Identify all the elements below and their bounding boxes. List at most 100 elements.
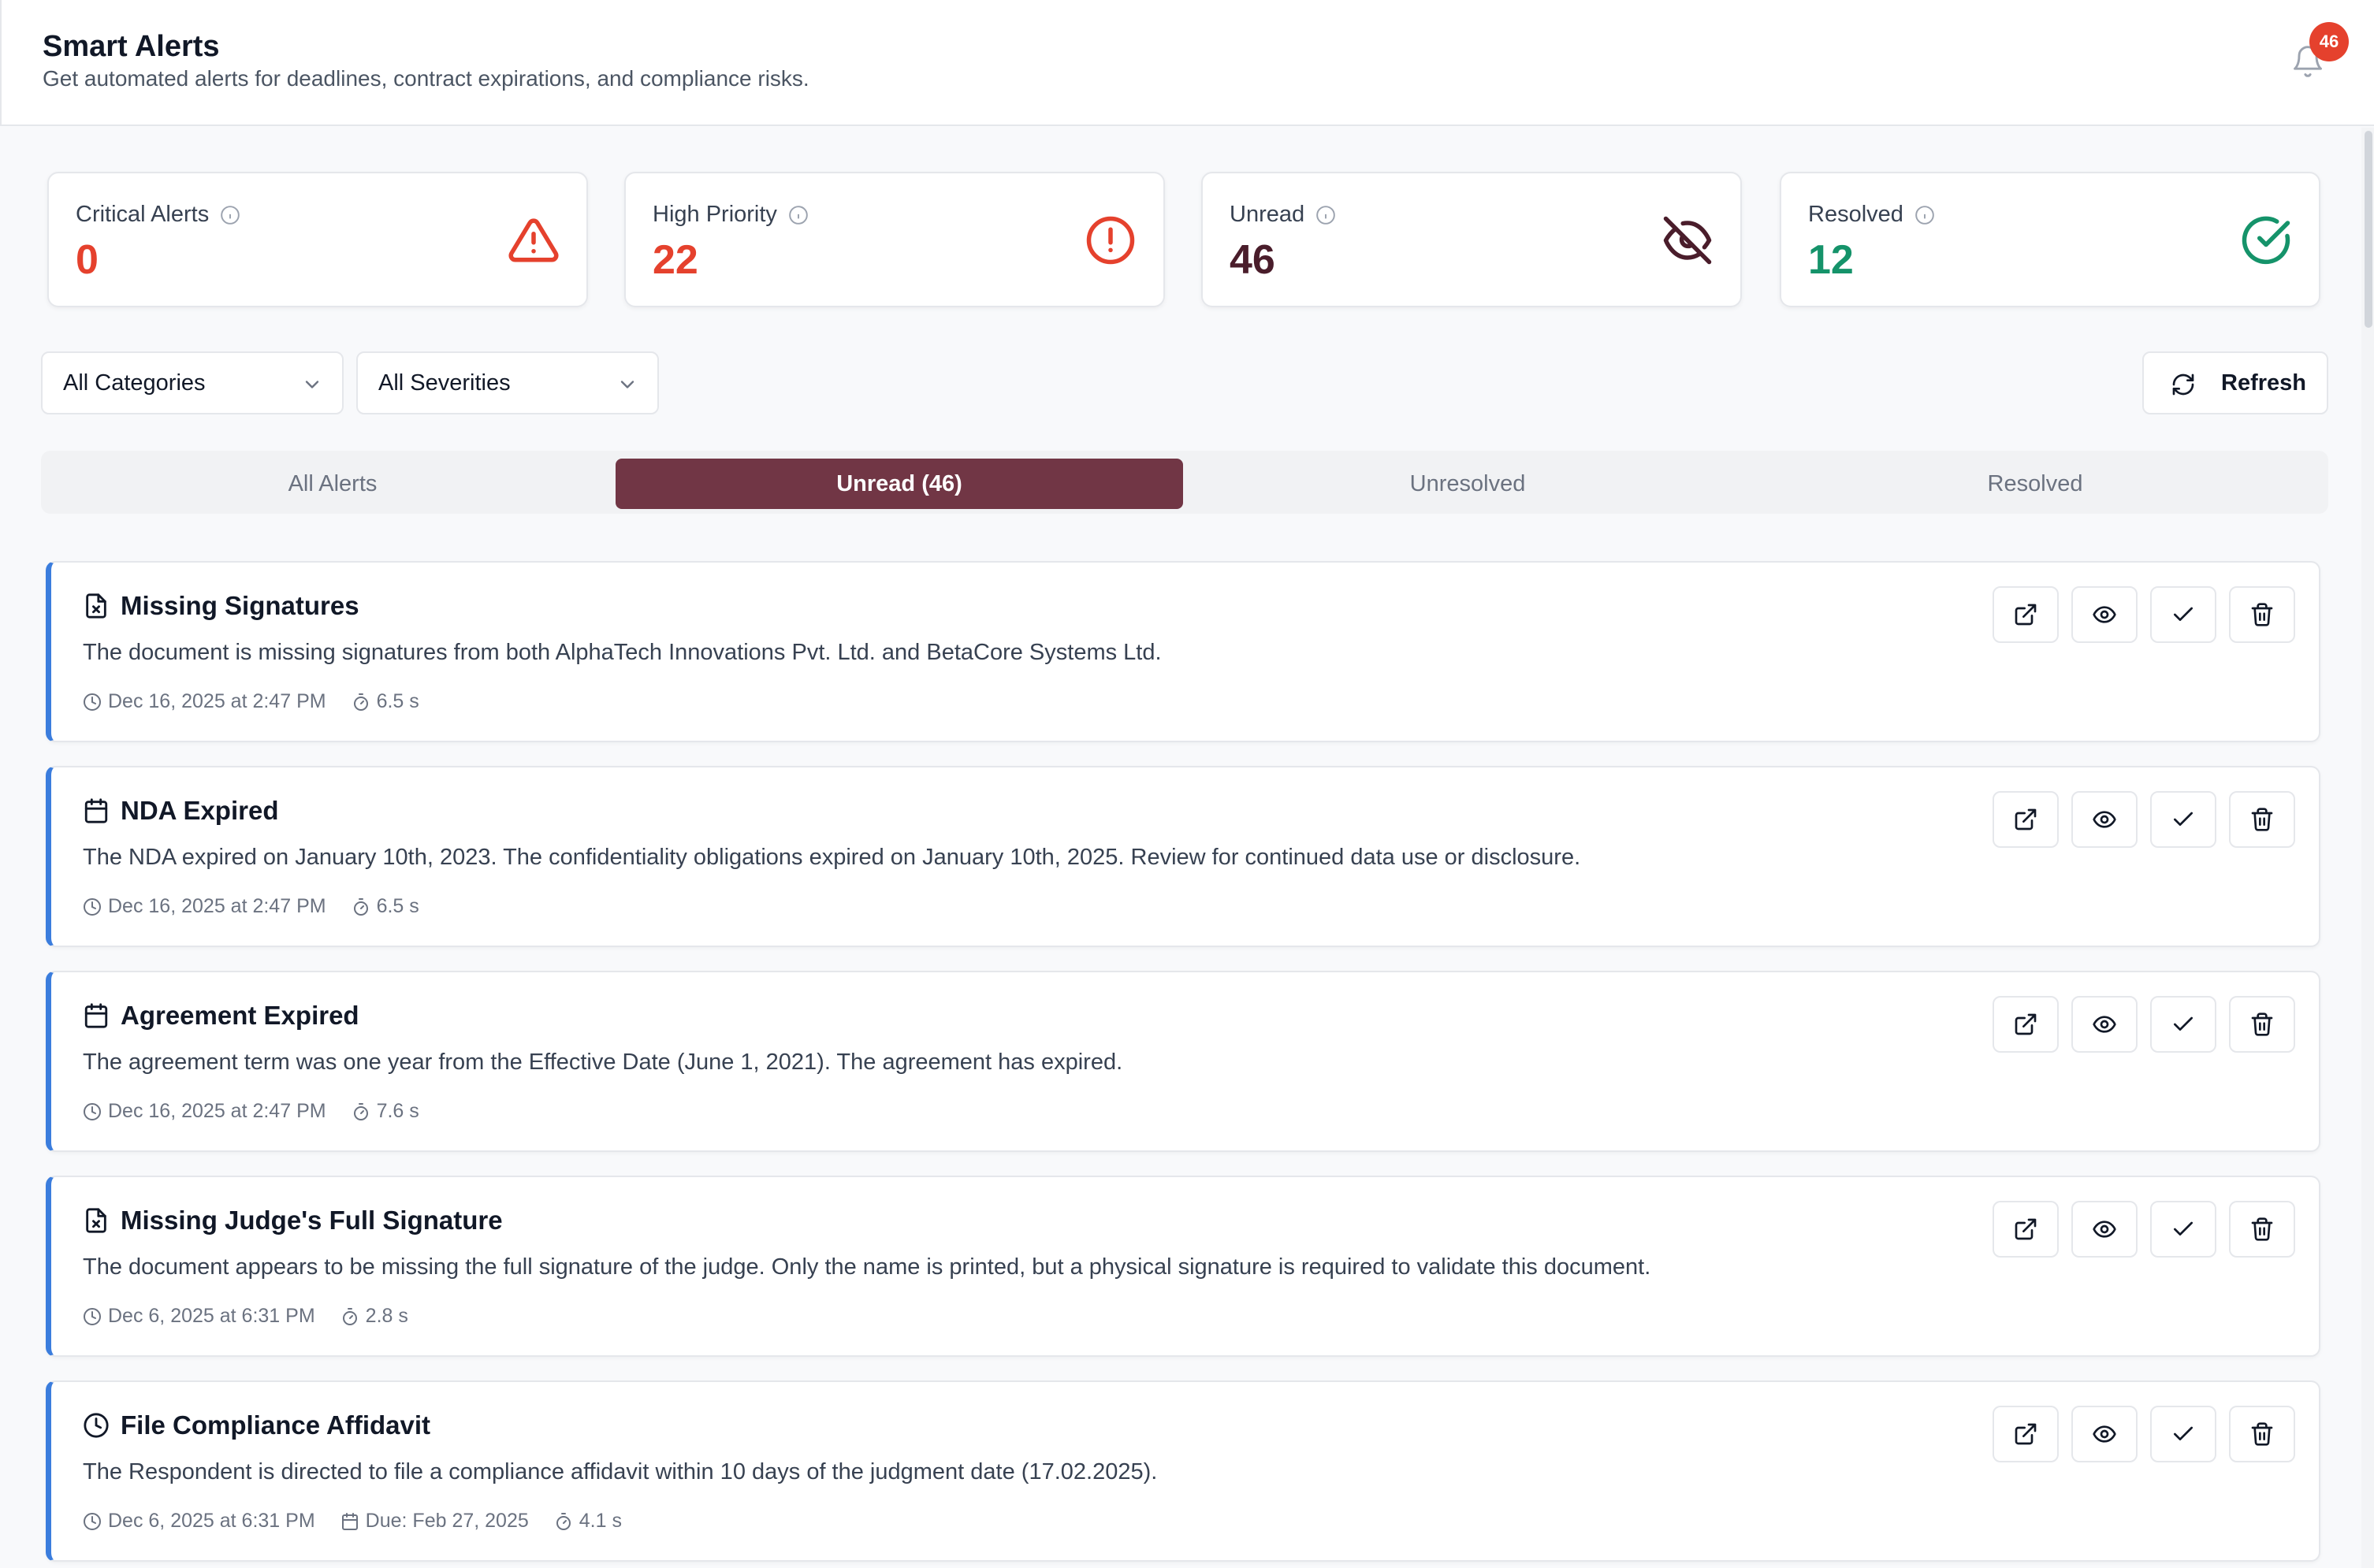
open-document-button[interactable]	[1993, 1201, 2059, 1258]
alert-duration: 4.1 s	[554, 1510, 622, 1533]
delete-button[interactable]	[2229, 996, 2295, 1053]
scrollbar-track[interactable]	[2361, 128, 2374, 1568]
mark-read-button[interactable]	[2071, 1201, 2138, 1258]
resolve-button[interactable]	[2150, 1406, 2216, 1462]
file-x-icon	[83, 1207, 110, 1234]
delete-button[interactable]	[2229, 1201, 2295, 1258]
notification-badge: 46	[2309, 22, 2349, 61]
trash-icon	[2251, 1013, 2273, 1036]
stat-value: 0	[76, 237, 99, 283]
alert-date: Dec 6, 2025 at 6:31 PM	[83, 1305, 315, 1328]
alert-date-text: Dec 6, 2025 at 6:31 PM	[108, 1305, 315, 1327]
alert-actions	[1980, 586, 2295, 643]
info-icon[interactable]	[220, 205, 240, 225]
alert-meta: Dec 16, 2025 at 2:47 PM 6.5 s	[83, 690, 445, 713]
stat-card-unread: Unread 46	[1201, 172, 1742, 307]
alert-date: Dec 6, 2025 at 6:31 PM	[83, 1510, 315, 1533]
warning-triangle-icon	[508, 218, 559, 262]
trash-icon	[2251, 1217, 2273, 1241]
check-icon	[2174, 1221, 2193, 1235]
category-select[interactable]: All Categories	[41, 351, 344, 414]
mark-read-button[interactable]	[2071, 586, 2138, 643]
alert-due: Due: Feb 27, 2025	[340, 1510, 529, 1533]
refresh-button[interactable]: Refresh	[2142, 351, 2328, 414]
alert-due-text: Due: Feb 27, 2025	[365, 1510, 529, 1532]
external-link-icon	[2015, 808, 2037, 830]
tab-resolved[interactable]: Resolved	[1751, 459, 2319, 509]
info-icon[interactable]	[1914, 205, 1935, 225]
check-icon	[2174, 812, 2193, 826]
alert-date-text: Dec 6, 2025 at 6:31 PM	[108, 1510, 315, 1532]
delete-button[interactable]	[2229, 791, 2295, 848]
stat-label: High Priority	[653, 202, 777, 227]
stat-value: 46	[1230, 237, 1275, 283]
alert-description: The Respondent is directed to file a com…	[83, 1459, 1158, 1484]
check-icon	[2174, 1426, 2193, 1440]
file-x-icon	[83, 593, 110, 619]
timer-icon	[353, 897, 368, 916]
severity-select-value: All Severities	[378, 370, 511, 396]
external-link-icon	[2015, 604, 2037, 626]
alert-circle-icon	[1086, 216, 1135, 265]
alert-title: Agreement Expired	[121, 1001, 359, 1030]
calendar-icon	[341, 1512, 358, 1530]
resolve-button[interactable]	[2150, 996, 2216, 1053]
alert-meta: Dec 16, 2025 at 2:47 PM 7.6 s	[83, 1100, 445, 1123]
stat-label: Unread	[1230, 202, 1305, 227]
alert-description: The document is missing signatures from …	[83, 640, 1162, 665]
alert-card[interactable]: NDA Expired The NDA expired on January 1…	[46, 766, 2320, 947]
alert-description: The NDA expired on January 10th, 2023. T…	[83, 845, 1581, 870]
mark-read-button[interactable]	[2071, 996, 2138, 1053]
eye-icon	[2093, 1221, 2116, 1238]
alert-duration-text: 4.1 s	[579, 1510, 622, 1532]
delete-button[interactable]	[2229, 586, 2295, 643]
alert-actions	[1980, 791, 2295, 848]
mark-read-button[interactable]	[2071, 1406, 2138, 1462]
alert-card[interactable]: Missing Signatures The document is missi…	[46, 561, 2320, 742]
eye-icon	[2093, 1425, 2116, 1443]
alert-meta: Dec 6, 2025 at 6:31 PM Due: Feb 27, 2025…	[83, 1510, 647, 1533]
resolve-button[interactable]	[2150, 1201, 2216, 1258]
resolve-button[interactable]	[2150, 791, 2216, 848]
resolve-button[interactable]	[2150, 586, 2216, 643]
refresh-icon	[2172, 373, 2194, 396]
tab-unresolved[interactable]: Unresolved	[1184, 459, 1751, 509]
open-document-button[interactable]	[1993, 996, 2059, 1053]
refresh-label: Refresh	[2221, 370, 2306, 396]
timer-icon	[342, 1307, 357, 1325]
eye-off-icon	[1663, 216, 1712, 265]
clock-icon	[84, 693, 101, 711]
alert-meta: Dec 16, 2025 at 2:47 PM 6.5 s	[83, 895, 445, 918]
alert-actions	[1980, 1201, 2295, 1258]
mark-read-button[interactable]	[2071, 791, 2138, 848]
delete-button[interactable]	[2229, 1406, 2295, 1462]
alert-duration-text: 2.8 s	[365, 1305, 408, 1327]
alert-card[interactable]: Missing Judge's Full Signature The docum…	[46, 1176, 2320, 1357]
category-select-value: All Categories	[63, 370, 206, 396]
tab-all-alerts[interactable]: All Alerts	[49, 459, 616, 509]
info-icon[interactable]	[1315, 205, 1336, 225]
stat-value: 22	[653, 237, 698, 283]
open-document-button[interactable]	[1993, 791, 2059, 848]
eye-icon	[2093, 1016, 2116, 1033]
clock-icon	[84, 897, 101, 916]
alert-description: The document appears to be missing the f…	[83, 1254, 1651, 1280]
alert-card[interactable]: Agreement Expired The agreement term was…	[46, 971, 2320, 1152]
alert-card[interactable]: File Compliance Affidavit The Respondent…	[46, 1380, 2320, 1562]
scrollbar-thumb[interactable]	[2365, 131, 2372, 328]
severity-select[interactable]: All Severities	[356, 351, 659, 414]
external-link-icon	[2015, 1218, 2037, 1240]
alert-duration-text: 6.5 s	[376, 690, 419, 712]
alert-date-text: Dec 16, 2025 at 2:47 PM	[108, 895, 326, 917]
tab-unread[interactable]: Unread (46)	[616, 459, 1183, 509]
trash-icon	[2251, 808, 2273, 831]
open-document-button[interactable]	[1993, 1406, 2059, 1462]
alert-date-text: Dec 16, 2025 at 2:47 PM	[108, 690, 326, 712]
open-document-button[interactable]	[1993, 586, 2059, 643]
clock-icon	[84, 1102, 101, 1120]
clock-icon	[84, 1307, 101, 1325]
clock-icon	[83, 1412, 110, 1439]
alert-duration-text: 6.5 s	[376, 895, 419, 917]
info-icon[interactable]	[788, 205, 809, 225]
stat-card-resolved: Resolved 12	[1780, 172, 2320, 307]
